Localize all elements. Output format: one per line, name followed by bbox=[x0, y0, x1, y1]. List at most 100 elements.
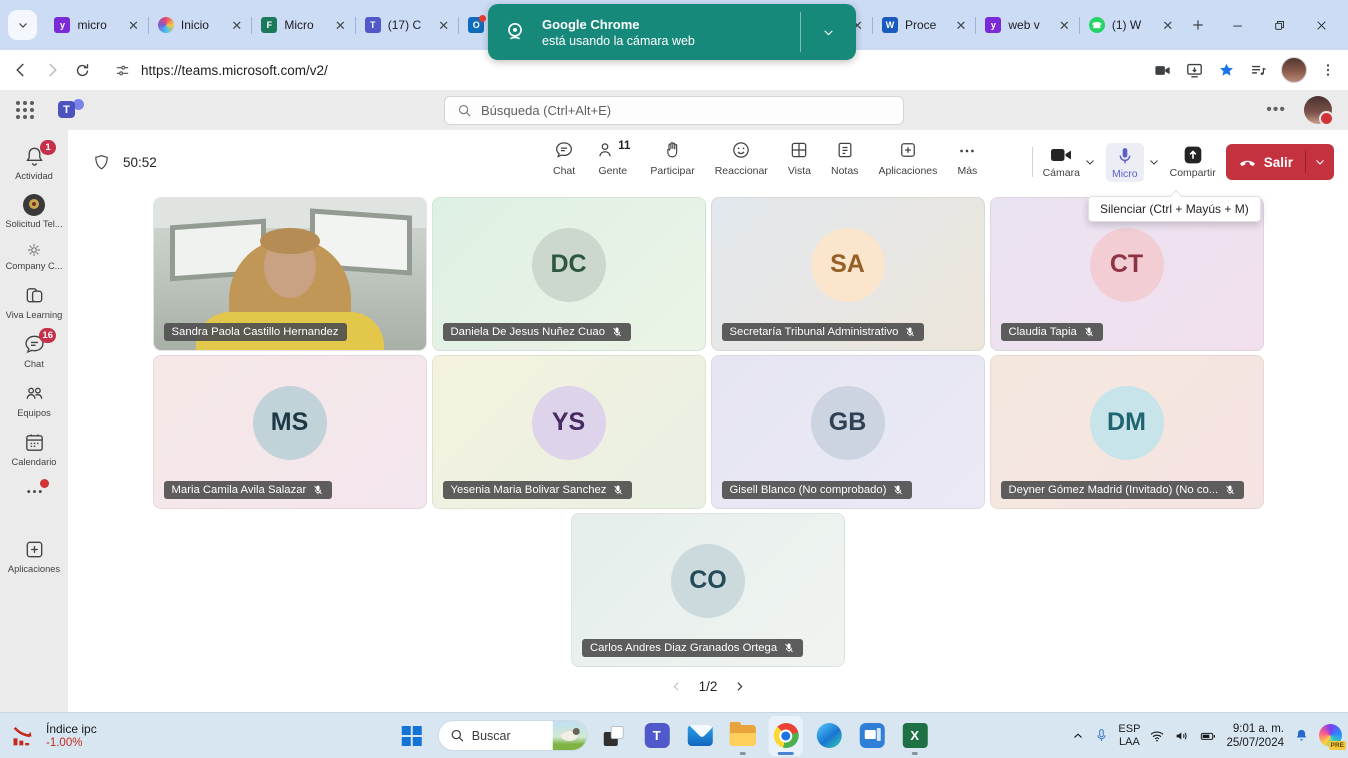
tab-search-button[interactable] bbox=[8, 10, 37, 40]
people-label: Gente bbox=[598, 165, 627, 177]
taskbar-search-placeholder: Buscar bbox=[472, 729, 511, 743]
raise-hand-button[interactable]: Participar bbox=[642, 140, 702, 177]
reload-button[interactable] bbox=[74, 62, 91, 79]
sidebar-item-actividad[interactable]: Actividad 1 bbox=[1, 138, 67, 187]
tab-close-icon[interactable]: ✕ bbox=[231, 19, 242, 32]
teams-header-more-button[interactable]: ••• bbox=[1266, 101, 1286, 119]
bookmark-star-button[interactable] bbox=[1217, 61, 1236, 80]
participant-tile[interactable]: SA Secretaría Tribunal Administrativo bbox=[711, 197, 985, 351]
tab-close-icon[interactable]: ✕ bbox=[955, 19, 966, 32]
tray-mic-in-use-icon[interactable] bbox=[1094, 728, 1109, 743]
volume-icon[interactable] bbox=[1174, 728, 1190, 744]
browser-tab-strip: micro ✕ Inicio ✕ Micro ✕ (17) C ✕ Corr ✕… bbox=[0, 0, 1348, 50]
back-icon bbox=[12, 61, 30, 79]
participant-tile[interactable]: MS Maria Camila Avila Salazar bbox=[153, 355, 427, 509]
taskbar-mail[interactable] bbox=[683, 716, 717, 756]
notifications-bell-icon[interactable] bbox=[1293, 727, 1310, 744]
meeting-toolbar: 50:52 Chat 11 Gente Participar bbox=[68, 130, 1348, 194]
back-button[interactable] bbox=[12, 61, 30, 79]
participant-tile[interactable]: DC Daniela De Jesus Nuñez Cuao bbox=[432, 197, 706, 351]
teams-search-input[interactable]: Búsqueda (Ctrl+Alt+E) bbox=[444, 96, 904, 125]
participant-tile[interactable]: YS Yesenia Maria Bolivar Sanchez bbox=[432, 355, 706, 509]
browser-tab[interactable]: Inicio ✕ bbox=[149, 8, 251, 42]
window-restore-button[interactable] bbox=[1260, 8, 1298, 42]
start-button[interactable] bbox=[395, 716, 429, 756]
react-button[interactable]: Reaccionar bbox=[707, 140, 776, 177]
apps-button[interactable]: Aplicaciones bbox=[870, 140, 945, 177]
tab-close-icon[interactable]: ✕ bbox=[1059, 19, 1070, 32]
browser-tab[interactable]: (17) C ✕ bbox=[356, 8, 458, 42]
chevron-down-icon bbox=[17, 19, 29, 31]
more-button[interactable]: Más bbox=[949, 140, 985, 177]
mic-control[interactable]: Micro bbox=[1106, 143, 1160, 182]
copilot-icon[interactable]: PRE bbox=[1319, 724, 1342, 747]
sidebar-item-company[interactable]: Company C... bbox=[1, 235, 67, 277]
chevron-down-icon bbox=[822, 26, 835, 39]
taskbar-file-explorer[interactable] bbox=[726, 716, 760, 756]
taskbar-edge[interactable] bbox=[812, 716, 846, 756]
taskbar-search[interactable]: Buscar bbox=[438, 720, 588, 751]
window-minimize-button[interactable] bbox=[1218, 8, 1256, 42]
copilot-pre-badge: PRE bbox=[1329, 741, 1346, 750]
camera-icon bbox=[1153, 61, 1172, 80]
participant-tile[interactable]: CO Carlos Andres Diaz Granados Ortega bbox=[571, 513, 845, 667]
participant-tile[interactable]: GB Gisell Blanco (No comprobado) bbox=[711, 355, 985, 509]
people-button[interactable]: 11 Gente bbox=[587, 140, 638, 177]
browser-tab[interactable]: Proce ✕ bbox=[873, 8, 975, 42]
sidebar-more-button[interactable] bbox=[1, 473, 67, 509]
sidebar-item-viva-learning[interactable]: Viva Learning bbox=[1, 277, 67, 326]
page-next-button[interactable] bbox=[733, 680, 746, 693]
teams-profile-avatar[interactable] bbox=[1304, 96, 1332, 124]
tab-camera-indicator[interactable] bbox=[1153, 61, 1172, 80]
tab-close-icon[interactable]: ✕ bbox=[128, 19, 139, 32]
share-control[interactable]: Compartir bbox=[1170, 145, 1216, 179]
app-launcher-button[interactable] bbox=[0, 101, 50, 119]
meeting-timer: 50:52 bbox=[123, 155, 157, 170]
taskbar-teams[interactable] bbox=[640, 716, 674, 756]
participant-tile[interactable]: DM Deyner Gómez Madrid (Invitado) (No co… bbox=[990, 355, 1264, 509]
leave-options-button[interactable] bbox=[1306, 156, 1334, 168]
browser-tab[interactable]: micro ✕ bbox=[45, 8, 147, 42]
taskbar-scanner-app[interactable] bbox=[855, 716, 889, 756]
sidebar-item-solicitud[interactable]: Solicitud Tel... bbox=[1, 187, 67, 235]
participant-tile[interactable]: Sandra Paola Castillo Hernandez bbox=[153, 197, 427, 351]
wifi-icon[interactable] bbox=[1149, 728, 1165, 744]
taskbar-excel[interactable] bbox=[898, 716, 932, 756]
media-controls-button[interactable] bbox=[1249, 61, 1268, 80]
sidebar-item-aplicaciones[interactable]: Aplicaciones bbox=[1, 531, 67, 580]
taskbar-widget[interactable]: Índice ipc -1.00% bbox=[10, 713, 97, 758]
tray-clock[interactable]: 9:01 a. m. 25/07/2024 bbox=[1226, 722, 1284, 750]
leave-button[interactable]: Salir bbox=[1226, 144, 1334, 180]
browser-tab[interactable]: (1) W ✕ bbox=[1080, 8, 1182, 42]
tray-expand-button[interactable] bbox=[1071, 729, 1085, 743]
forward-button[interactable] bbox=[43, 61, 61, 79]
camera-usage-notification[interactable]: Google Chrome está usando la cámara web bbox=[488, 4, 856, 60]
tab-close-icon[interactable]: ✕ bbox=[438, 19, 449, 32]
view-button[interactable]: Vista bbox=[780, 140, 819, 177]
chat-button[interactable]: Chat bbox=[545, 140, 583, 177]
notification-expand-button[interactable] bbox=[800, 12, 856, 51]
sidebar-item-equipos[interactable]: Equipos bbox=[1, 375, 67, 424]
chevron-down-icon[interactable] bbox=[1148, 156, 1160, 168]
browser-profile-avatar[interactable] bbox=[1281, 57, 1307, 83]
taskbar-chrome[interactable] bbox=[769, 716, 803, 756]
page-prev-button[interactable] bbox=[670, 680, 683, 693]
language-indicator[interactable]: ESP LAA bbox=[1118, 723, 1140, 748]
browser-menu-button[interactable] bbox=[1320, 62, 1336, 78]
participant-name: Sandra Paola Castillo Hernandez bbox=[172, 326, 339, 338]
task-view-button[interactable] bbox=[597, 716, 631, 756]
tab-close-icon[interactable]: ✕ bbox=[335, 19, 346, 32]
browser-tab[interactable]: web v ✕ bbox=[976, 8, 1078, 42]
battery-charging-icon[interactable] bbox=[1199, 728, 1217, 744]
camera-control[interactable]: Cámara bbox=[1043, 145, 1096, 179]
notes-button[interactable]: Notas bbox=[823, 140, 866, 177]
tray-time: 9:01 a. m. bbox=[1226, 722, 1284, 736]
chevron-down-icon[interactable] bbox=[1084, 156, 1096, 168]
sidebar-item-chat[interactable]: Chat 16 bbox=[1, 326, 67, 375]
new-tab-button[interactable] bbox=[1182, 8, 1218, 42]
window-close-button[interactable] bbox=[1302, 8, 1340, 42]
browser-tab[interactable]: Micro ✕ bbox=[252, 8, 354, 42]
tab-close-icon[interactable]: ✕ bbox=[1162, 19, 1173, 32]
sidebar-item-calendario[interactable]: Calendario bbox=[1, 424, 67, 473]
save-cast-button[interactable] bbox=[1185, 61, 1204, 80]
